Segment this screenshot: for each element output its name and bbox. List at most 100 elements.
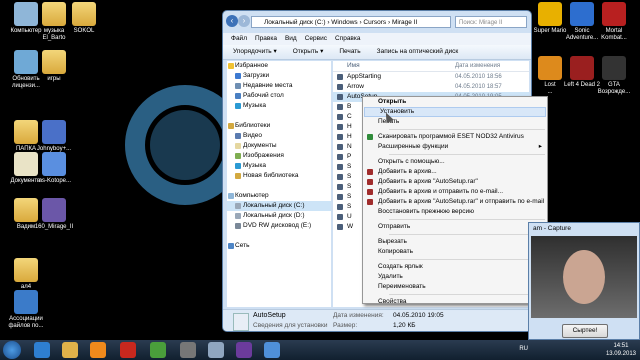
desktop-icon[interactable]: ал4 (0, 258, 52, 291)
context-menu-item[interactable]: Открыть с помощью... (363, 157, 547, 167)
nav-item[interactable]: Избранное (227, 61, 331, 71)
file-row[interactable]: AppStarting 04.05.2010 18:56 (333, 72, 529, 82)
context-menu-item[interactable]: Добавить в архив и отправить по e-mail..… (363, 187, 547, 197)
menu-item[interactable]: Правка (255, 33, 277, 45)
nav-item[interactable]: Видео (227, 131, 331, 141)
desktop-icon[interactable]: 160_Mirage_II (28, 198, 80, 231)
webcam-capture-button[interactable]: Сыртее! (562, 324, 608, 338)
desktop-icon[interactable]: GTA Возрожде... (588, 56, 640, 96)
toolbar-button[interactable]: Упорядочить ▾ (233, 45, 277, 59)
desktop-icon[interactable]: игры (28, 50, 80, 83)
context-menu-item[interactable]: Удалить (363, 272, 547, 282)
opera-icon[interactable] (120, 342, 136, 358)
nav-item[interactable]: Новая библиотека (227, 171, 331, 181)
winrar-icon[interactable] (236, 342, 252, 358)
details-size-label: Размер: (333, 322, 358, 329)
cursor-file-icon (337, 164, 343, 170)
system-clock[interactable]: 14:51 13.09.2013 (606, 342, 636, 358)
start-button[interactable] (3, 341, 21, 359)
language-indicator[interactable]: RU (519, 346, 528, 352)
context-menu-item[interactable]: Добавить в архив "AutoSetup.rar" (363, 177, 547, 187)
nav-item[interactable]: Недавние места (227, 81, 331, 91)
address-bar[interactable]: Локальный диск (C:) › Windows › Cursors … (251, 16, 451, 28)
desktop-icon-label: Mortal Kombat... (601, 28, 627, 41)
explorer-window-taskbar-icon[interactable] (264, 342, 280, 358)
menu-separator (389, 129, 545, 130)
context-menu-item[interactable]: Переименовать (363, 282, 547, 292)
file-name-text: Arrow (347, 83, 364, 90)
menu-item[interactable]: Сервис (305, 33, 327, 45)
desktop-icon-image (42, 50, 66, 74)
camera-app-icon[interactable] (208, 342, 224, 358)
nav-item[interactable]: Музыка (227, 161, 331, 171)
desktop-icon[interactable]: SOKOL (58, 2, 110, 35)
webcam-person-face (563, 250, 605, 304)
column-name-header[interactable]: Имя (333, 61, 455, 71)
menu-item[interactable]: Справка (335, 33, 361, 45)
details-file-name: AutoSetup (253, 312, 286, 319)
chrome-icon[interactable] (150, 342, 166, 358)
toolbar-button[interactable]: Открыть ▾ (293, 45, 324, 59)
desktop-icon-label: 160_Mirage_II (34, 224, 74, 230)
nav-item[interactable]: Изображения (227, 151, 331, 161)
nav-item-label: Избранное (235, 62, 268, 69)
desktop-icon[interactable]: Mortal Kombat... (588, 2, 640, 42)
details-date-label: Дата изменения: (333, 312, 384, 319)
menu-item-icon (367, 189, 373, 195)
menu-item[interactable]: Файл (231, 33, 247, 45)
toolbar-button[interactable]: Запись на оптический диск (377, 45, 459, 59)
context-menu-item[interactable]: Вырезать (363, 237, 547, 247)
context-menu-item[interactable]: Расширенные функции ▸ (363, 142, 547, 152)
file-explorer-icon[interactable] (62, 342, 78, 358)
cursor-file-icon (337, 124, 343, 130)
nav-item-label: Локальный диск (C:) (243, 202, 305, 209)
context-menu-item[interactable]: Создать ярлык (363, 262, 547, 272)
nav-item-icon (235, 133, 241, 139)
file-name-text: S (347, 183, 352, 190)
file-row[interactable]: Arrow 04.05.2010 18:57 (333, 82, 529, 92)
context-menu-item[interactable]: Сканировать программой ESET NOD32 Antivi… (363, 132, 547, 142)
search-input[interactable]: Поиск: Mirage II (455, 16, 527, 28)
nav-item[interactable]: Сеть (227, 241, 331, 251)
context-menu-item[interactable]: Копировать (363, 247, 547, 257)
nav-item[interactable]: Рабочий стол (227, 91, 331, 101)
nav-item-label: Музыка (243, 162, 266, 169)
media-player-icon[interactable] (90, 342, 106, 358)
nav-item[interactable]: DVD RW дисковод (E:) (227, 221, 331, 231)
cursor-file-icon (337, 144, 343, 150)
back-arrow-icon[interactable]: ‹ (226, 15, 238, 27)
nav-item[interactable]: Компьютер (227, 191, 331, 201)
nav-item-label: Документы (243, 142, 277, 149)
cursor-file-icon (337, 94, 343, 100)
internet-explorer-icon[interactable] (34, 342, 50, 358)
column-date-header[interactable]: Дата изменения (455, 61, 515, 71)
menu-item[interactable]: Вид (285, 33, 297, 45)
desktop-icon[interactable]: ms-Kotope... (28, 152, 80, 185)
cursor-file-icon (337, 194, 343, 200)
cursor-file-icon (337, 214, 343, 220)
nav-item[interactable]: Локальный диск (D:) (227, 211, 331, 221)
itunes-icon[interactable] (180, 342, 196, 358)
desktop-icon[interactable]: Johnyboy+... (28, 120, 80, 153)
context-menu-item[interactable]: Восстановить прежнюю версию (363, 207, 547, 217)
forward-arrow-icon[interactable]: › (238, 15, 250, 27)
context-menu-item[interactable]: Отправить▸ (363, 222, 547, 232)
webcam-video (531, 236, 637, 318)
context-menu-item[interactable]: Свойства (363, 297, 547, 307)
nav-item[interactable]: Библиотеки (227, 121, 331, 131)
column-header-row: Имя Дата изменения (333, 61, 529, 72)
nav-item-label: Видео (243, 132, 262, 139)
desktop-icon[interactable]: Ассоциации файлов по... (0, 290, 52, 330)
file-name-text: H (347, 123, 352, 130)
nav-item[interactable]: Документы (227, 141, 331, 151)
context-menu-item[interactable]: Открыть (363, 97, 547, 107)
nav-item[interactable]: Музыка (227, 101, 331, 111)
nav-item[interactable]: Локальный диск (C:) (227, 201, 331, 211)
toolbar-button[interactable]: Печать (339, 45, 360, 59)
nav-item[interactable]: Загрузки (227, 71, 331, 81)
context-menu-item[interactable]: Добавить в архив "AutoSetup.rar" и отпра… (363, 197, 547, 207)
file-name-text: U (347, 213, 352, 220)
taskbar: RU 14:51 13.09.2013 (0, 340, 640, 360)
file-name-text: AppStarting (347, 73, 381, 80)
context-menu-item[interactable]: Добавить в архив... (363, 167, 547, 177)
